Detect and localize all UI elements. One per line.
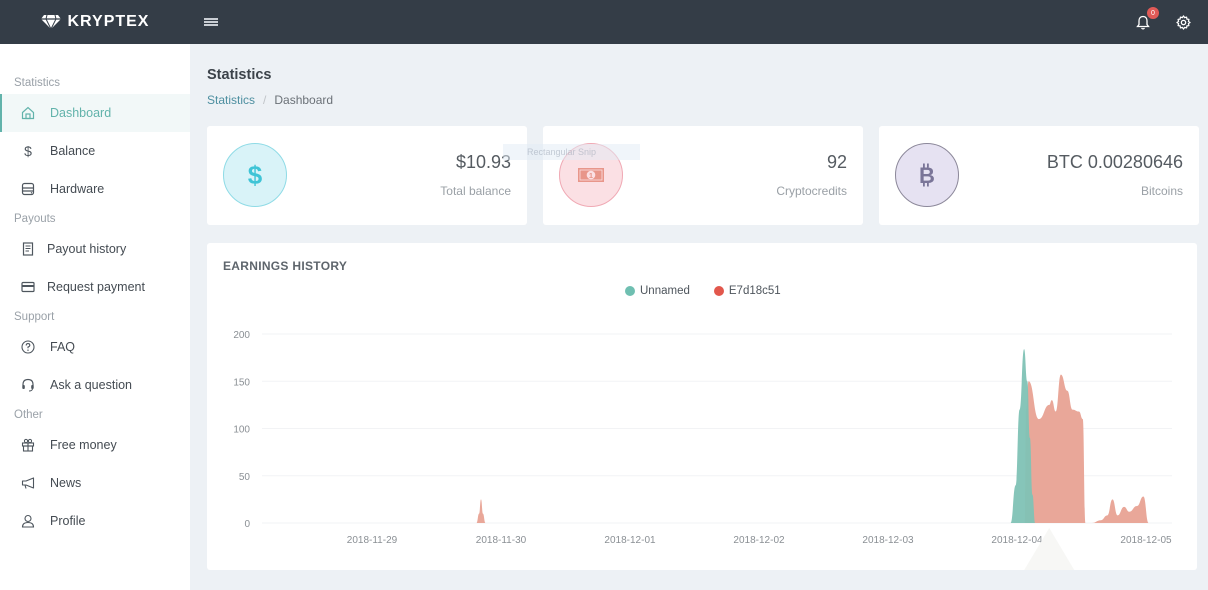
notification-badge: 0 bbox=[1147, 7, 1159, 19]
sidebar-section-statistics: Statistics bbox=[14, 77, 61, 89]
y-tick-label: 100 bbox=[233, 425, 250, 436]
bitcoins-label: Bitcoins bbox=[1140, 184, 1183, 198]
y-tick-label: 150 bbox=[233, 377, 250, 388]
sidebar-section-other: Other bbox=[14, 409, 43, 421]
earnings-chart: 0 50 100 150 200 2018-11-29 2018-11-30 2018-12-… bbox=[233, 330, 1172, 570]
bitcoin-icon: B bbox=[919, 163, 935, 188]
sidebar-item-hardware[interactable]: Hardware bbox=[0, 170, 190, 208]
x-tick-label: 2018-12-03 bbox=[862, 535, 914, 546]
top-bar: KRYPTEX 0 bbox=[0, 0, 1208, 44]
breadcrumb-statistics[interactable]: Statistics bbox=[207, 93, 255, 107]
question-icon bbox=[20, 339, 36, 355]
sidebar-item-label: FAQ bbox=[50, 340, 76, 354]
x-tick-label: 2018-12-01 bbox=[604, 535, 656, 546]
area-e7d18c51 bbox=[1024, 374, 1086, 523]
hardware-icon bbox=[20, 181, 36, 197]
sidebar-item-news[interactable]: News bbox=[0, 464, 190, 502]
breadcrumb-dashboard: Dashboard bbox=[274, 93, 334, 107]
sidebar-item-free-money[interactable]: Free money bbox=[0, 426, 190, 464]
cryptocredits-label: Cryptocredits bbox=[776, 184, 847, 198]
sidebar-item-label: Dashboard bbox=[50, 106, 112, 120]
total-balance-label: Total balance bbox=[440, 184, 511, 198]
y-tick-label: 0 bbox=[244, 519, 250, 530]
x-tick-label: 2018-12-04 bbox=[991, 535, 1043, 546]
breadcrumb-separator: / bbox=[263, 93, 267, 107]
bitcoins-icon-circle: B bbox=[895, 143, 959, 207]
sidebar-item-balance[interactable]: $ Balance bbox=[0, 132, 190, 170]
brand-logo[interactable]: KRYPTEX bbox=[0, 13, 190, 31]
gift-icon bbox=[20, 437, 36, 453]
menu-toggle-button[interactable] bbox=[204, 16, 218, 28]
brand-name: KRYPTEX bbox=[67, 13, 150, 30]
x-tick-label: 2018-11-30 bbox=[476, 535, 527, 546]
sidebar-item-label: Profile bbox=[50, 514, 86, 528]
x-tick-label: 2018-12-02 bbox=[733, 535, 785, 546]
svg-text:1: 1 bbox=[589, 171, 593, 180]
bitcoins-card: B BTC 0.00280646 Bitcoins bbox=[879, 126, 1199, 225]
x-tick-label: 2018-11-29 bbox=[347, 535, 398, 546]
main-content: Statistics Statistics / Dashboard $ $10.… bbox=[190, 44, 1208, 590]
sidebar-item-label: Free money bbox=[50, 438, 117, 452]
menu-icon-bar bbox=[204, 21, 218, 23]
sidebar-item-ask-question[interactable]: Ask a question bbox=[0, 366, 190, 404]
receipt-icon bbox=[20, 241, 36, 257]
sidebar-item-label: Ask a question bbox=[50, 378, 132, 392]
earnings-history-card: EARNINGS HISTORY Unnamed E7d18c51 0 50 100… bbox=[207, 243, 1197, 570]
svg-text:$: $ bbox=[248, 161, 263, 189]
megaphone-icon bbox=[20, 475, 36, 491]
sidebar-item-label: Hardware bbox=[50, 182, 105, 196]
x-tick-label: 2018-12-05 bbox=[1120, 535, 1172, 546]
sidebar-item-label: News bbox=[50, 476, 82, 490]
y-tick-label: 200 bbox=[233, 330, 250, 341]
sidebar-item-profile[interactable]: Profile bbox=[0, 502, 190, 540]
credit-card-icon bbox=[20, 279, 36, 295]
sidebar-item-faq[interactable]: FAQ bbox=[0, 328, 190, 366]
bitcoins-value: BTC 0.00280646 bbox=[1046, 152, 1183, 172]
sidebar-item-dashboard[interactable]: Dashboard bbox=[0, 94, 190, 132]
y-tick-label: 50 bbox=[239, 472, 251, 483]
headset-icon bbox=[20, 377, 36, 393]
banknote-icon: 1 bbox=[578, 168, 604, 182]
total-balance-icon-circle: $ bbox=[223, 143, 287, 207]
diamond-logo-icon bbox=[40, 15, 61, 29]
dollar-icon: $ bbox=[248, 161, 263, 189]
dollar-icon: $ bbox=[24, 143, 32, 159]
sidebar-item-label: Payout history bbox=[47, 242, 127, 256]
settings-button[interactable] bbox=[1174, 13, 1192, 31]
cryptocredits-card: 1 92 Cryptocredits bbox=[543, 126, 863, 225]
page-title: Statistics bbox=[207, 67, 272, 83]
notifications-button[interactable]: 0 bbox=[1134, 7, 1159, 31]
user-icon bbox=[20, 513, 36, 529]
cryptocredits-value: 92 bbox=[826, 152, 847, 172]
menu-icon-bar bbox=[204, 24, 218, 26]
sidebar-item-payout-history[interactable]: Payout history bbox=[0, 230, 190, 268]
breadcrumb: Statistics / Dashboard bbox=[207, 93, 333, 107]
gear-icon bbox=[1175, 14, 1191, 30]
area-e7d18c51 bbox=[1091, 496, 1149, 523]
sidebar-item-request-payment[interactable]: Request payment bbox=[0, 268, 190, 306]
total-balance-card: $ $10.93 Total balance bbox=[207, 126, 527, 225]
sidebar: Statistics Dashboard $ Balance Hardware … bbox=[0, 44, 190, 590]
snip-overlay: Rectangular Snip bbox=[503, 144, 640, 160]
sidebar-item-label: Balance bbox=[50, 144, 96, 158]
home-icon bbox=[20, 105, 36, 121]
area-e7d18c51 bbox=[476, 499, 486, 523]
sidebar-section-payouts: Payouts bbox=[14, 213, 56, 225]
menu-icon-bar bbox=[204, 18, 218, 20]
sidebar-section-support: Support bbox=[14, 311, 55, 323]
sidebar-item-label: Request payment bbox=[47, 280, 145, 294]
